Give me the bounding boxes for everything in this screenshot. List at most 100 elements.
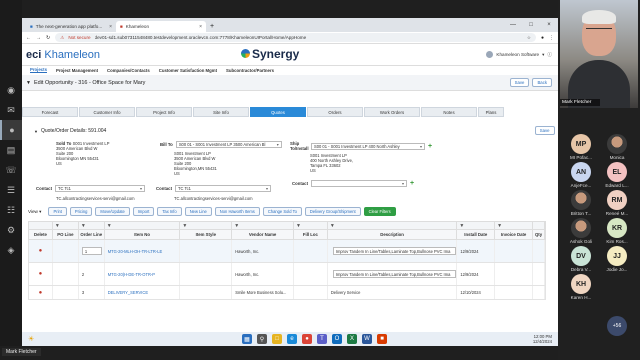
nav-subcontractors[interactable]: Subcontractor/Partners	[226, 68, 274, 73]
chrome-icon[interactable]: ●	[302, 334, 312, 344]
pricing-button[interactable]: Pricing	[69, 207, 93, 216]
tax-info-button[interactable]: Tax Info	[157, 207, 182, 216]
settings-icon[interactable]: ⚙	[0, 220, 22, 240]
participant-tile[interactable]: KR Kim Ros...	[597, 218, 637, 244]
nav-project-management[interactable]: Project Management	[56, 68, 98, 73]
col-item-no[interactable]: Item No	[105, 230, 181, 239]
filter-icon[interactable]: ▼	[180, 222, 233, 229]
chat-icon[interactable]: ✉	[0, 100, 22, 120]
tab-customer-info[interactable]: Customer Info	[79, 107, 135, 117]
contact-select-bill[interactable]: TC Tc1 ▾	[175, 185, 271, 192]
participant-tile[interactable]: KH Karen H...	[561, 274, 601, 300]
chevron-down-icon[interactable]: ▼	[26, 80, 31, 86]
col-fill-loc[interactable]: Fill Loc	[294, 230, 328, 239]
file-explorer-icon[interactable]: □	[272, 334, 282, 344]
profile-icon[interactable]: ●	[541, 35, 544, 41]
col-description[interactable]: Description	[328, 230, 458, 239]
table-row[interactable]: ● 2 MTG-20(H-DE-TR-OTR-P Haworth, Inc. I…	[28, 263, 546, 286]
filter-icon[interactable]: ▼	[79, 222, 105, 229]
delete-row-icon[interactable]: ●	[29, 286, 53, 299]
nav-companies-contacts[interactable]: Companies/Contacts	[107, 68, 150, 73]
participant-tile[interactable]: Ashok Goli	[561, 218, 601, 244]
add-icon[interactable]: +	[428, 143, 432, 150]
tab-project-info[interactable]: Project Info	[136, 107, 192, 117]
system-tray[interactable]: 12:00 PM 12/4/2024	[533, 334, 552, 344]
delivery-group-button[interactable]: Delivery Group/Shipment	[304, 207, 361, 216]
tab-quotes[interactable]: Quotes	[250, 107, 306, 117]
reload-icon[interactable]: ↻	[46, 35, 50, 41]
more-participants-button[interactable]: +56	[607, 316, 627, 336]
participant-tile[interactable]: DV Debra V...	[561, 246, 601, 272]
tab-plans[interactable]: Plans	[478, 107, 504, 117]
print-button[interactable]: Print	[48, 207, 67, 216]
contact-select-ship[interactable]: ▾	[311, 180, 407, 187]
nav-customer-satisfaction[interactable]: Customer Satisfaction Mgmt	[159, 68, 217, 73]
tab-site-info[interactable]: Site Info	[193, 107, 249, 117]
non-haworth-items-button[interactable]: Non Haworth Items	[214, 207, 260, 216]
col-install-date[interactable]: Install Date	[457, 230, 496, 239]
description-input[interactable]: Improv Tandem In Line/Tables,Laminate To…	[332, 247, 457, 255]
tab-notes[interactable]: Notes	[421, 107, 477, 117]
col-item-style[interactable]: Item Style	[180, 230, 233, 239]
back-icon[interactable]: ←	[26, 35, 31, 41]
order-line-input[interactable]: 1	[81, 247, 102, 255]
teams-app-icon[interactable]: T	[317, 334, 327, 344]
import-button[interactable]: Import	[132, 207, 155, 216]
browser-tab[interactable]: ■ The next-generation app platfo... ×	[26, 21, 116, 32]
col-vendor-name[interactable]: Vendor Name	[232, 230, 294, 239]
col-invoice-date[interactable]: Invoice Date	[495, 230, 534, 239]
participant-tile[interactable]: JJ Jodie Jo...	[597, 246, 637, 272]
tab-forecast[interactable]: Forecast	[22, 107, 78, 117]
start-icon[interactable]: ▦	[242, 334, 252, 344]
table-row[interactable]: ● 3 DELIVERY_SERVICE Smile More Business…	[28, 286, 546, 300]
edge-icon[interactable]: e	[287, 334, 297, 344]
filter-icon[interactable]: ▼	[232, 222, 294, 229]
app-icon[interactable]: ■	[377, 334, 387, 344]
item-no-link[interactable]: MTG-20-MLH-OH-TR-LTR-LE	[105, 240, 181, 262]
participant-tile[interactable]: Britton T...	[561, 190, 601, 216]
calls-icon[interactable]: ☏	[0, 160, 22, 180]
new-tab-icon[interactable]: +	[206, 21, 218, 32]
teams-icon[interactable]: ●	[0, 120, 22, 140]
close-window-icon[interactable]: ×	[540, 18, 558, 32]
apps-icon[interactable]: ☷	[0, 200, 22, 220]
view-menu[interactable]: View ▾	[28, 209, 41, 215]
participant-tile[interactable]: AN AnjeFce...	[561, 162, 601, 188]
participant-tile[interactable]: EL Edward L...	[597, 162, 637, 188]
user-menu[interactable]: Khameleon Software ▾ ⓘ	[486, 51, 552, 58]
item-no-link[interactable]: MTG-20(H-DE-TR-OTR-P	[105, 263, 181, 285]
col-po-line[interactable]: PO Line	[53, 230, 79, 239]
change-sold-to-button[interactable]: Change Sold To	[262, 207, 302, 216]
files-icon[interactable]: ☰	[0, 180, 22, 200]
speaker-video[interactable]	[560, 0, 638, 108]
activity-icon[interactable]: ◉	[0, 80, 22, 100]
filter-icon[interactable]: ▼	[53, 222, 79, 229]
bill-to-select[interactable]: S00 01 - S001 Investment LP 3500 America…	[175, 141, 282, 148]
close-icon[interactable]: ×	[109, 24, 112, 30]
back-button[interactable]: Back	[532, 78, 552, 87]
filter-icon[interactable]: ▼	[328, 222, 458, 229]
ship-to-select[interactable]: S00 01 - S001 Investment LP 400 North As…	[311, 142, 425, 150]
chevron-down-icon[interactable]: ▼	[34, 129, 38, 134]
minimize-icon[interactable]: —	[504, 18, 522, 32]
star-icon[interactable]: ☆	[527, 35, 531, 41]
add-icon[interactable]: +	[410, 180, 414, 187]
maximize-icon[interactable]: □	[522, 18, 540, 32]
participant-tile[interactable]: MP MI Pofac...	[561, 134, 601, 160]
forward-icon[interactable]: →	[36, 35, 41, 41]
new-line-button[interactable]: New Line	[184, 207, 212, 216]
save-button[interactable]: Save	[509, 78, 530, 87]
clear-filters-button[interactable]: Clear Filters	[363, 207, 396, 216]
col-delete[interactable]: Delete	[29, 230, 53, 239]
quote-save-button[interactable]: Save	[534, 126, 555, 135]
help-icon[interactable]: ◈	[0, 240, 22, 260]
filter-icon[interactable]: ▼	[495, 222, 534, 229]
help-icon[interactable]: ⓘ	[547, 52, 552, 58]
tab-work-orders[interactable]: Work Orders	[364, 107, 420, 117]
participant-tile[interactable]: Monica	[597, 134, 637, 160]
item-no-link[interactable]: DELIVERY_SERVICE	[105, 286, 181, 299]
delete-row-icon[interactable]: ●	[29, 240, 53, 262]
col-order-line[interactable]: Order Line	[79, 230, 105, 239]
move-update-button[interactable]: Move/Update	[95, 207, 130, 216]
address-bar[interactable]: ⚠ Not secure dev01-sd1.sub07311548480.te…	[55, 33, 536, 42]
